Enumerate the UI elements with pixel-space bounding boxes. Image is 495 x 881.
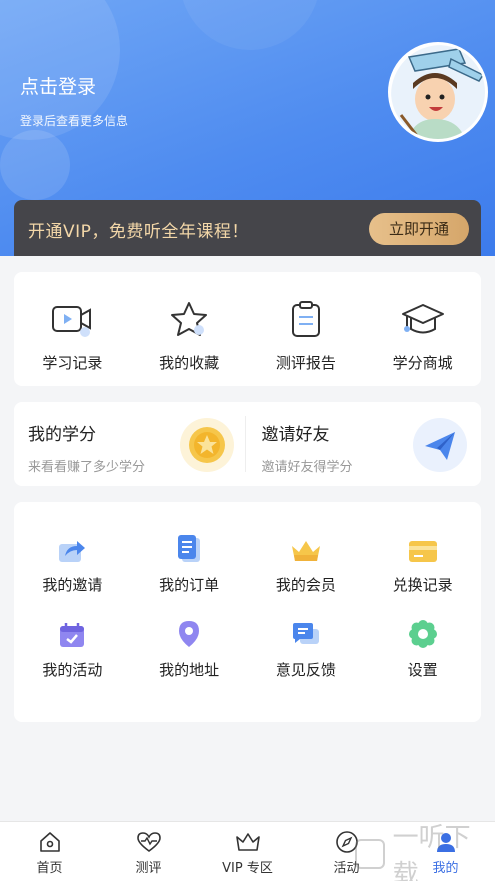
invite-title: 邀请好友 (261, 425, 330, 445)
document-icon (131, 532, 248, 564)
decor-bubble (0, 130, 70, 200)
watermark: 一听下载 (355, 823, 495, 881)
heart-pulse-icon (99, 830, 198, 854)
chat-icon (248, 617, 365, 649)
service-label: 我的地址 (159, 661, 220, 679)
quick-link-study-record[interactable]: 学习记录 (14, 272, 131, 373)
card-icon (364, 532, 481, 564)
decor-bubble (180, 0, 320, 50)
quick-link-label: 学分商城 (392, 354, 453, 372)
credits-title: 我的学分 (28, 425, 96, 445)
panel-divider (245, 416, 246, 472)
crown-icon (198, 830, 297, 854)
coin-icon (179, 418, 234, 472)
watermark-text: 一听下载 (392, 823, 471, 881)
clipboard-icon (248, 294, 365, 338)
vip-banner: 开通VIP，免费听全年课程！ 立即开通 (14, 200, 481, 256)
invite-friends-panel[interactable]: 邀请好友 邀请好友得学分 (248, 402, 482, 486)
crown-icon (248, 532, 365, 564)
graduation-cap-icon (364, 294, 481, 338)
quick-link-assessment-report[interactable]: 测评报告 (248, 272, 365, 373)
service-label: 我的会员 (275, 576, 336, 594)
tab-vip-zone[interactable]: VIP 专区 (198, 822, 297, 881)
tab-label: VIP 专区 (222, 861, 273, 876)
service-label: 意见反馈 (275, 661, 336, 679)
paper-plane-icon (413, 418, 467, 472)
service-settings[interactable]: 设置 (364, 595, 481, 680)
share-icon (14, 532, 131, 564)
quick-link-label: 我的收藏 (159, 354, 220, 372)
service-my-invites[interactable]: 我的邀请 (14, 502, 131, 595)
service-redeem-records[interactable]: 兑换记录 (364, 502, 481, 595)
quick-link-credit-mall[interactable]: 学分商城 (364, 272, 481, 373)
service-feedback[interactable]: 意见反馈 (248, 595, 365, 680)
watermark-logo-icon (355, 839, 385, 869)
service-my-orders[interactable]: 我的订单 (131, 502, 248, 595)
calendar-icon (14, 617, 131, 649)
open-vip-button[interactable]: 立即开通 (369, 213, 469, 245)
star-icon (131, 294, 248, 338)
quick-links-card: 学习记录 我的收藏 测评报告 学分商城 (14, 272, 481, 386)
quick-link-label: 测评报告 (275, 354, 336, 372)
credits-subtitle: 来看看赚了多少学分 (28, 460, 146, 475)
avatar[interactable] (388, 42, 488, 142)
flower-gear-icon (364, 617, 481, 649)
login-link[interactable]: 点击登录 (20, 72, 96, 99)
tab-home[interactable]: 首页 (0, 822, 99, 881)
service-label: 我的订单 (159, 576, 220, 594)
service-my-membership[interactable]: 我的会员 (248, 502, 365, 595)
service-label: 我的活动 (42, 661, 103, 679)
vip-promo-text: 开通VIP，免费听全年课程！ (28, 222, 249, 242)
service-label: 设置 (407, 661, 438, 679)
service-my-activities[interactable]: 我的活动 (14, 595, 131, 680)
tab-label: 测评 (135, 861, 162, 876)
service-label: 我的邀请 (42, 576, 103, 594)
service-my-address[interactable]: 我的地址 (131, 595, 248, 680)
tab-assessment[interactable]: 测评 (99, 822, 198, 881)
quick-link-label: 学习记录 (42, 354, 103, 372)
quick-link-favorites[interactable]: 我的收藏 (131, 272, 248, 373)
video-icon (14, 294, 131, 338)
my-credits-panel[interactable]: 我的学分 来看看赚了多少学分 (14, 402, 248, 486)
invite-subtitle: 邀请好友得学分 (261, 460, 353, 475)
location-icon (131, 617, 248, 649)
home-icon (0, 830, 99, 854)
credits-invite-card: 我的学分 来看看赚了多少学分 邀请好友 邀请好友得学分 (14, 402, 481, 486)
service-label: 兑换记录 (392, 576, 453, 594)
login-subtitle: 登录后查看更多信息 (20, 114, 129, 128)
services-card: 我的邀请 我的订单 我的会员 兑换记录 我的活动 我的地址 意见反馈 设置 (14, 502, 481, 722)
tab-label: 首页 (36, 861, 63, 876)
